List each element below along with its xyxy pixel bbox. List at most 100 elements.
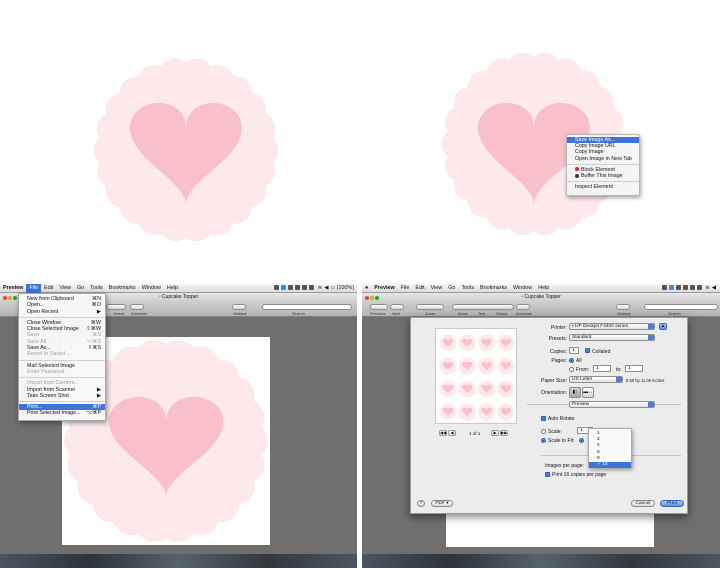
mini-cupcake-badge (497, 357, 515, 375)
print-button[interactable]: Print (660, 500, 684, 507)
scale-to-fit-radio[interactable] (541, 438, 546, 443)
annotate-label: Annotate (131, 311, 148, 316)
select-tool-button[interactable] (106, 304, 126, 310)
menu-item-inspect-element[interactable]: Inspect Element (567, 184, 639, 190)
next-page-button[interactable]: ▶ (491, 430, 499, 436)
apple-icon[interactable]: ● (362, 284, 371, 293)
presets-select[interactable]: Standard (569, 334, 655, 341)
sidebar-button[interactable] (616, 304, 630, 310)
menu-go[interactable]: Go (445, 284, 458, 293)
annotate-tool-button[interactable] (130, 304, 144, 310)
menu-tools[interactable]: Tools (458, 284, 477, 293)
menu-file[interactable]: File (26, 284, 42, 293)
menu-edit[interactable]: Edit (41, 284, 56, 293)
menu-separator (19, 359, 105, 361)
pages-range-radio[interactable] (569, 367, 574, 372)
status-icon[interactable] (661, 285, 667, 291)
battery-icon[interactable]: ▭ (330, 284, 337, 293)
menu-item-open-recent[interactable]: Open Recent ▶ (19, 309, 105, 315)
status-icon[interactable] (675, 285, 681, 291)
collated-checkbox[interactable] (585, 348, 590, 353)
menu-item-print-selected-image[interactable]: Print Selected Image... ⌥⌘P (19, 410, 105, 416)
menu-item-take-screen-shot[interactable]: Take Screen Shot ▶ (19, 393, 105, 399)
last-page-button[interactable]: ▶▶ (500, 430, 508, 436)
menu-item-buffer-image[interactable]: Buffer This Image (567, 173, 639, 179)
window-title: Cupcake Topper (524, 294, 561, 300)
mini-cupcake-badge (478, 334, 496, 352)
print-copies-label: Print 16 copies per page (552, 472, 607, 478)
next-button[interactable] (390, 304, 404, 310)
status-icon[interactable] (682, 285, 688, 291)
to-input[interactable]: 1 (625, 365, 643, 372)
menu-window[interactable]: Window (139, 284, 164, 293)
search-label: Search (668, 311, 681, 316)
move-tool-button[interactable] (452, 304, 514, 310)
menu-tools[interactable]: Tools (87, 284, 106, 293)
close-window-icon[interactable] (365, 296, 369, 300)
paper-size-select[interactable]: US Letter (569, 376, 623, 383)
pdf-menu-button[interactable]: PDF ▾ (431, 500, 453, 507)
close-window-icon[interactable] (3, 296, 7, 300)
print-dialog: ◀◀ ◀ 1 of 1 ▶ ▶▶ Printer: ▪ HP Deskjet F… (410, 317, 688, 514)
zoom-button[interactable] (416, 304, 444, 310)
menu-view[interactable]: View (428, 284, 446, 293)
menu-separator (19, 401, 105, 403)
auto-rotate-checkbox[interactable] (541, 416, 546, 421)
twitter-icon[interactable] (281, 285, 287, 291)
menu-bookmarks[interactable]: Bookmarks (477, 284, 510, 293)
printer-select[interactable]: ▪ HP Deskjet F4400 series (569, 323, 655, 330)
popup-arrow-icon (648, 402, 654, 407)
window-titlebar: ▫ Cupcake Topper (362, 293, 720, 301)
status-icon[interactable] (274, 285, 280, 291)
menu-file[interactable]: File (398, 284, 413, 293)
portrait-orientation-button[interactable]: ▮↕ (569, 387, 581, 398)
pages-all-radio[interactable] (569, 358, 574, 363)
previous-page-button[interactable]: ◀ (448, 430, 456, 436)
menu-window[interactable]: Window (510, 284, 535, 293)
menu-go[interactable]: Go (74, 284, 87, 293)
images-per-page-option-selected[interactable]: ✓ 16 (589, 461, 631, 469)
sidebar-label: Sidebar (617, 311, 631, 316)
status-icon[interactable] (309, 285, 315, 291)
mini-cupcake-badge (458, 380, 476, 398)
search-input[interactable] (644, 304, 718, 310)
scale-radio[interactable] (541, 429, 546, 434)
menu-preview[interactable]: Preview (371, 284, 397, 293)
menu-preview[interactable]: Preview (0, 284, 26, 293)
volume-icon[interactable]: ◀ (711, 284, 717, 293)
minimize-window-icon[interactable] (370, 296, 374, 300)
status-icon[interactable] (288, 285, 294, 291)
twitter-icon[interactable] (668, 285, 674, 291)
window-toolbar: Previous Next Zoom Move Text Select Anno… (362, 301, 720, 317)
menu-help[interactable]: Help (164, 284, 181, 293)
mini-cupcake-badge (458, 334, 476, 352)
disclosure-button[interactable]: ▲ (659, 323, 667, 330)
menu-edit[interactable]: Edit (412, 284, 427, 293)
window-controls (3, 295, 18, 303)
status-icon[interactable] (689, 285, 695, 291)
sidebar-button[interactable] (232, 304, 246, 310)
status-icon[interactable] (302, 285, 308, 291)
first-page-button[interactable]: ◀◀ (439, 430, 447, 436)
copies-input[interactable]: 1 (569, 347, 579, 354)
status-icon[interactable] (295, 285, 301, 291)
help-button[interactable]: ? (417, 500, 425, 507)
from-input[interactable]: 1 (593, 365, 611, 372)
status-icon[interactable] (696, 285, 702, 291)
cancel-button[interactable]: Cancel (631, 500, 655, 507)
menu-item-open-image-new-tab[interactable]: Open Image in New Tab (567, 156, 639, 162)
annotate-tool-button[interactable] (516, 304, 530, 310)
print-copies-checkbox[interactable] (545, 472, 550, 477)
scale-option-radio[interactable] (579, 438, 584, 443)
menu-help[interactable]: Help (535, 284, 552, 293)
landscape-orientation-button[interactable]: ▬↔ (582, 387, 594, 398)
menu-view[interactable]: View (56, 284, 74, 293)
previous-button[interactable] (370, 304, 388, 310)
menu-bookmarks[interactable]: Bookmarks (106, 284, 139, 293)
zoom-window-icon[interactable] (13, 296, 17, 300)
print-section-select[interactable]: Preview (569, 401, 655, 408)
zoom-window-icon[interactable] (375, 296, 379, 300)
minimize-window-icon[interactable] (8, 296, 12, 300)
popup-arrow-icon (648, 324, 654, 329)
search-input[interactable] (262, 304, 352, 310)
